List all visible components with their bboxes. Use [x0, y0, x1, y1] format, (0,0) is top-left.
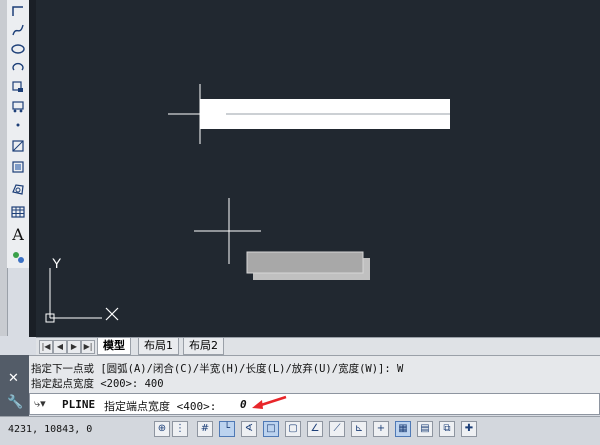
command-side-panel: ✕ 🔧 — [0, 355, 29, 419]
polyline-icon[interactable] — [9, 2, 27, 19]
ortho-mode-button[interactable]: └ — [219, 421, 235, 437]
region-icon[interactable] — [9, 180, 27, 197]
red-arrow-icon — [252, 395, 287, 409]
polar-tracking-button[interactable]: ∢ — [241, 421, 257, 437]
draw-toolbar: A — [7, 0, 30, 268]
command-history-line-1: 指定下一点或 [圆弧(A)/闭合(C)/半宽(H)/长度(L)/放弃(U)/宽度… — [31, 363, 404, 375]
command-history-line-2: 指定起点宽度 <200>: 400 — [31, 378, 164, 390]
gradient-icon[interactable] — [9, 158, 27, 175]
object-snap-button[interactable]: □ — [263, 421, 279, 437]
tab-last-button[interactable]: ▶| — [81, 340, 95, 354]
command-input-value[interactable]: 0 — [240, 398, 247, 411]
point-icon[interactable] — [9, 116, 27, 133]
tab-prev-button[interactable]: ◀ — [53, 340, 67, 354]
command-history: 指定下一点或 [圆弧(A)/闭合(C)/半宽(H)/长度(L)/放弃(U)/宽度… — [0, 355, 600, 394]
coordinate-readout[interactable]: 4231, 10843, 0 — [8, 424, 92, 435]
dynamic-input-box[interactable] — [246, 251, 364, 274]
dynamic-ucs-button[interactable]: ⟋ — [329, 421, 345, 437]
tab-model[interactable]: 模型 — [97, 338, 131, 355]
toolbar-scroll-strip — [29, 0, 36, 337]
grid-display-button[interactable]: # — [197, 421, 213, 437]
status-bar: 4231, 10843, 0 ⊕ ⋮ # └ ∢ □ ▢ ∠ ⟋ ⊾ + ▦ ▤… — [0, 416, 600, 445]
selection-cycling-button[interactable]: ⧉ — [439, 421, 455, 437]
spline-icon[interactable] — [9, 21, 27, 38]
insert-block-icon[interactable] — [9, 78, 27, 95]
annotation-monitor-button[interactable]: ✚ — [461, 421, 477, 437]
quick-properties-button[interactable]: ▤ — [417, 421, 433, 437]
canvas-graphics: Y — [45, 84, 450, 323]
command-input-bar[interactable]: ⤷▾ PLINE 指定端点宽度 <400>: 0 — [29, 393, 600, 415]
ellipse-icon[interactable] — [9, 40, 27, 57]
infer-constraints-button[interactable]: ⊕ — [154, 421, 170, 437]
drawing-canvas[interactable]: Y — [36, 0, 600, 337]
make-block-icon[interactable] — [9, 97, 27, 114]
3d-object-snap-button[interactable]: ▢ — [285, 421, 301, 437]
close-icon[interactable]: ✕ — [8, 371, 19, 386]
ellipse-arc-icon[interactable] — [9, 59, 27, 76]
wrench-icon[interactable]: 🔧 — [7, 395, 23, 410]
layout-tabs: |◀ ◀ ▶ ▶| 模型 布局1 布局2 — [36, 337, 600, 355]
dynamic-input-button[interactable]: ⊾ — [351, 421, 367, 437]
tab-layout1[interactable]: 布局1 — [138, 338, 179, 355]
command-prompt: 指定端点宽度 <400>: — [104, 400, 217, 413]
object-snap-tracking-button[interactable]: ∠ — [307, 421, 323, 437]
lineweight-button[interactable]: + — [373, 421, 389, 437]
text-icon[interactable]: A — [9, 225, 27, 244]
tab-first-button[interactable]: |◀ — [39, 340, 53, 354]
table-icon[interactable] — [9, 203, 27, 220]
ucs-y-label: Y — [52, 255, 62, 271]
tab-next-button[interactable]: ▶ — [67, 340, 81, 354]
command-name: PLINE — [62, 398, 96, 411]
command-recent-icon[interactable]: ⤷▾ — [34, 397, 46, 411]
snap-mode-button[interactable]: ⋮ — [172, 421, 188, 437]
tab-layout2[interactable]: 布局2 — [183, 338, 224, 355]
hatch-icon[interactable] — [9, 137, 27, 154]
transparency-button[interactable]: ▦ — [395, 421, 411, 437]
add-selected-icon[interactable] — [9, 248, 27, 265]
